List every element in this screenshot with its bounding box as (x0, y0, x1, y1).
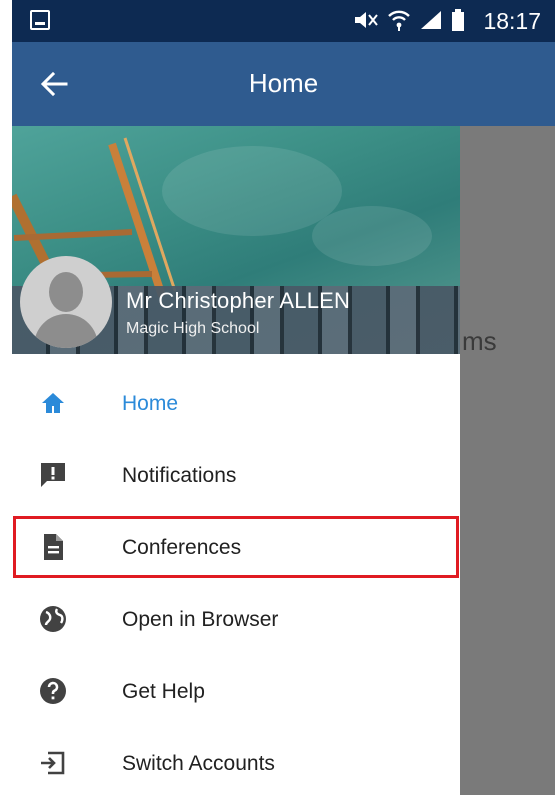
background-text: ms (462, 326, 497, 356)
menu-item-notifications[interactable]: Notifications (12, 442, 460, 506)
avatar-body (34, 314, 98, 348)
status-icons (353, 9, 465, 31)
user-name: Mr Christopher ALLEN (126, 288, 351, 313)
phone-screen: 18:17 Home ms Mr Christopher ALLEN Magic… (0, 0, 555, 795)
avatar-head (49, 272, 83, 312)
menu-item-label: Switch Accounts (122, 752, 275, 775)
menu-item-label: Get Help (122, 680, 205, 703)
home-icon (38, 388, 68, 418)
signal-icon (419, 9, 443, 31)
alert-icon (38, 460, 68, 490)
page-title: Home (248, 68, 319, 98)
menu-item-get-help[interactable]: Get Help (12, 658, 460, 722)
drawer-header: Mr Christopher ALLEN Magic High School (12, 126, 460, 354)
screenshot-notification-icon (30, 10, 50, 30)
status-time: 18:17 (483, 8, 541, 34)
battery-icon (451, 9, 465, 31)
menu-item-open-in-browser[interactable]: Open in Browser (12, 586, 460, 650)
help-icon (38, 676, 68, 706)
scrim-overlay[interactable]: ms (460, 126, 555, 795)
menu-item-switch-accounts[interactable]: Switch Accounts (12, 730, 460, 794)
menu-item-home[interactable]: Home (12, 370, 460, 434)
user-school: Magic High School (126, 320, 260, 337)
status-bar: 18:17 (12, 0, 555, 42)
menu-item-label: Open in Browser (122, 608, 279, 631)
globe-icon (38, 604, 68, 634)
menu-item-label: Home (122, 392, 179, 415)
highlight-annotation (13, 516, 459, 578)
wifi-icon (387, 9, 411, 31)
menu-item-label: Notifications (122, 464, 237, 487)
navigation-drawer: Mr Christopher ALLEN Magic High School H… (12, 126, 460, 795)
switch-account-icon (38, 748, 68, 778)
screen-edge (0, 0, 12, 795)
avatar[interactable] (20, 256, 112, 348)
app-bar: Home (12, 42, 555, 126)
mute-icon (353, 10, 379, 30)
